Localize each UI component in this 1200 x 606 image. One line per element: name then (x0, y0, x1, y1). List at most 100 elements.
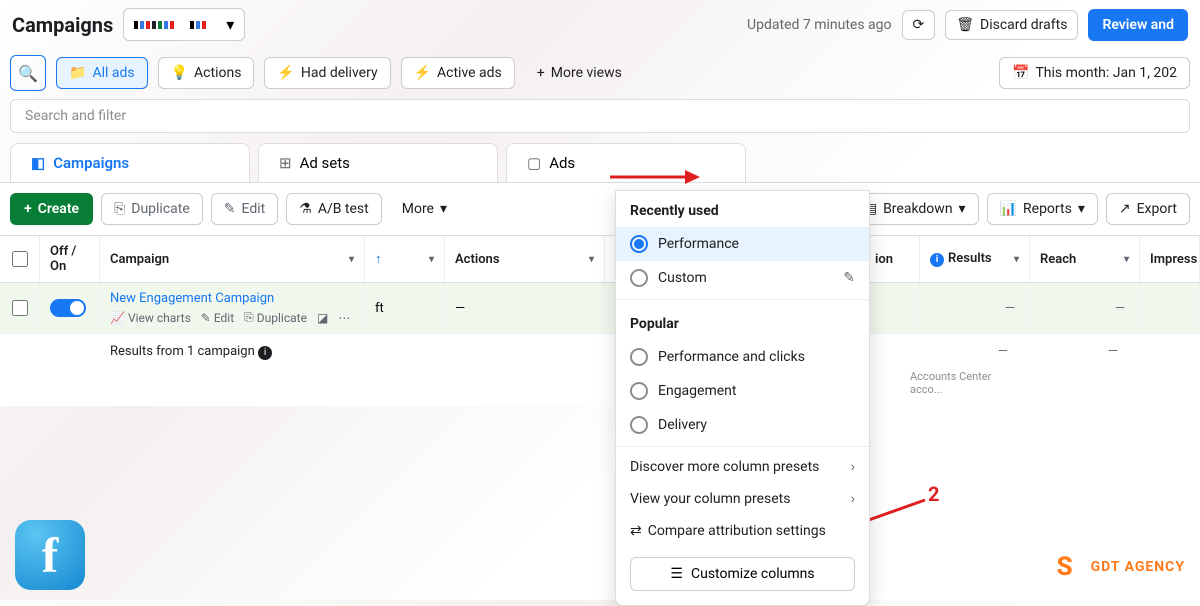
ab-test-button[interactable]: ⚗ A/B test (286, 193, 381, 225)
th-results[interactable]: iResults▾ (920, 236, 1030, 282)
account-selector[interactable]: ▾ (123, 8, 245, 41)
row-pin[interactable]: ◪ (317, 310, 328, 325)
row-toggle[interactable] (50, 299, 86, 317)
export-icon: ↗ (1119, 201, 1131, 217)
filter-active-ads[interactable]: ⚡ Active ads (401, 57, 515, 89)
breakdown-label: Breakdown (883, 201, 952, 217)
create-label: Create (38, 201, 79, 217)
date-range-selector[interactable]: 📅 This month: Jan 1, 202 (999, 57, 1190, 89)
th-delivery[interactable]: ↑▾ (365, 236, 445, 282)
tab-ads[interactable]: ▢ Ads (506, 143, 746, 182)
pin-icon: ◪ (317, 311, 328, 325)
view-presets-link[interactable]: View your column presets › (616, 483, 869, 515)
cell-actions: — (445, 283, 605, 333)
annotation-2: 2 (928, 482, 939, 506)
engagement-label: Engagement (658, 383, 736, 399)
more-views-button[interactable]: + More views (525, 58, 634, 88)
summary-row: Results from 1 campaign i — — (0, 334, 1200, 370)
reports-label: Reports (1023, 201, 1072, 217)
duplicate-button[interactable]: ⎘ Duplicate (101, 193, 203, 225)
preset-performance-clicks[interactable]: Performance and clicks (616, 340, 869, 374)
th-impressions[interactable]: Impress (1140, 236, 1200, 282)
customize-label: Customize columns (691, 566, 815, 582)
trash-icon: 🗑 (956, 17, 974, 33)
row-duplicate-link[interactable]: ⎘Duplicate (244, 310, 307, 325)
preset-performance[interactable]: Performance (616, 227, 869, 261)
edit-label: Edit (242, 201, 266, 217)
folder-icon: 📁 (69, 65, 86, 81)
adsets-icon: ⊞ (279, 154, 292, 172)
th-reach[interactable]: Reach▾ (1030, 236, 1140, 282)
radio-on-icon (630, 235, 648, 253)
columns-dropdown: Recently used Performance Custom ✎ Popul… (615, 190, 870, 606)
summary-note: Accounts Center acco... (910, 370, 1020, 396)
create-button[interactable]: + Create (10, 193, 93, 225)
customize-columns-button[interactable]: ☰ Customize columns (630, 557, 855, 591)
info-icon[interactable]: i (258, 346, 272, 360)
radio-off-icon (630, 269, 648, 287)
row-edit-link[interactable]: ✎Edit (201, 310, 234, 325)
cell-delivery: ft (365, 283, 445, 333)
discover-presets-link[interactable]: Discover more column presets › (616, 451, 869, 483)
campaign-name-link[interactable]: New Engagement Campaign (110, 291, 274, 306)
date-range-label: This month: Jan 1, 202 (1035, 65, 1177, 81)
preset-engagement[interactable]: Engagement (616, 374, 869, 408)
row-checkbox[interactable] (12, 300, 28, 316)
search-toggle[interactable]: 🔍 (10, 55, 46, 91)
lightbulb-icon: 💡 (171, 65, 188, 81)
chevron-down-icon: ▾ (959, 201, 966, 217)
flask-icon: ⚗ (299, 201, 312, 217)
pencil-icon: ✎ (224, 201, 236, 217)
breakdown-button[interactable]: ▤ Breakdown ▾ (851, 193, 979, 225)
cell-reach: — (1030, 283, 1140, 333)
active-ads-label: Active ads (437, 65, 502, 81)
preset-custom-label: Custom (658, 270, 707, 286)
compare-label: Compare attribution settings (648, 523, 855, 539)
th-campaign[interactable]: Campaign▾ (100, 236, 365, 282)
cell-results: — (920, 283, 1030, 333)
view-charts-link[interactable]: 📈View charts (110, 310, 191, 325)
compare-icon: ⇄ (630, 523, 642, 539)
export-button[interactable]: ↗ Export (1106, 193, 1190, 225)
section-recently-used: Recently used (616, 191, 869, 227)
filter-had-delivery[interactable]: ⚡ Had delivery (264, 57, 390, 89)
plus-icon: + (537, 65, 545, 81)
more-label: More (402, 201, 434, 217)
tab-ad-sets[interactable]: ⊞ Ad sets (258, 143, 498, 182)
chevron-right-icon: › (851, 459, 855, 475)
campaigns-icon: ◧ (31, 154, 45, 172)
filter-all-ads[interactable]: 📁 All ads (56, 57, 148, 89)
preset-delivery[interactable]: Delivery (616, 408, 869, 442)
section-popular: Popular (616, 304, 869, 340)
gdt-agency-logo: S GDT AGENCY (1047, 549, 1185, 585)
summary-results-dash: — (910, 344, 1020, 360)
tab-ads-label: Ads (549, 154, 575, 172)
discard-drafts-button[interactable]: 🗑 Discard drafts (945, 10, 1078, 40)
select-all-checkbox[interactable] (12, 251, 28, 267)
compare-attribution-link[interactable]: ⇄ Compare attribution settings (616, 515, 869, 547)
th-actions[interactable]: Actions▾ (445, 236, 605, 282)
th-off-on[interactable]: Off / On (40, 236, 100, 282)
more-button[interactable]: More ▾ (390, 194, 459, 224)
calendar-icon: 📅 (1012, 65, 1029, 81)
preset-custom[interactable]: Custom ✎ (616, 261, 869, 295)
pencil-icon[interactable]: ✎ (843, 270, 855, 286)
review-publish-button[interactable]: Review and (1088, 9, 1188, 41)
row-more-menu[interactable]: ⋯ (338, 310, 350, 325)
tab-adsets-label: Ad sets (300, 154, 350, 172)
abtest-label: A/B test (318, 201, 369, 217)
filter-actions[interactable]: 💡 Actions (158, 57, 255, 89)
view-presets-label: View your column presets (630, 491, 790, 507)
chevron-right-icon: › (851, 491, 855, 507)
active-icon: ⚡ (414, 65, 431, 81)
edit-button[interactable]: ✎ Edit (211, 193, 278, 225)
th-attribution[interactable]: ion (865, 236, 920, 282)
radio-off-icon (630, 382, 648, 400)
search-filter-input[interactable]: Search and filter (10, 99, 1190, 133)
tab-campaigns[interactable]: ◧ Campaigns (10, 143, 250, 182)
reports-button[interactable]: 📊 Reports ▾ (987, 193, 1098, 225)
table-header: Off / On Campaign▾ ↑▾ Actions▾ ion iResu… (0, 236, 1200, 283)
refresh-button[interactable]: ⟳ (902, 10, 936, 40)
table-row[interactable]: New Engagement Campaign 📈View charts ✎Ed… (0, 283, 1200, 334)
delivery-label: Delivery (658, 417, 707, 433)
